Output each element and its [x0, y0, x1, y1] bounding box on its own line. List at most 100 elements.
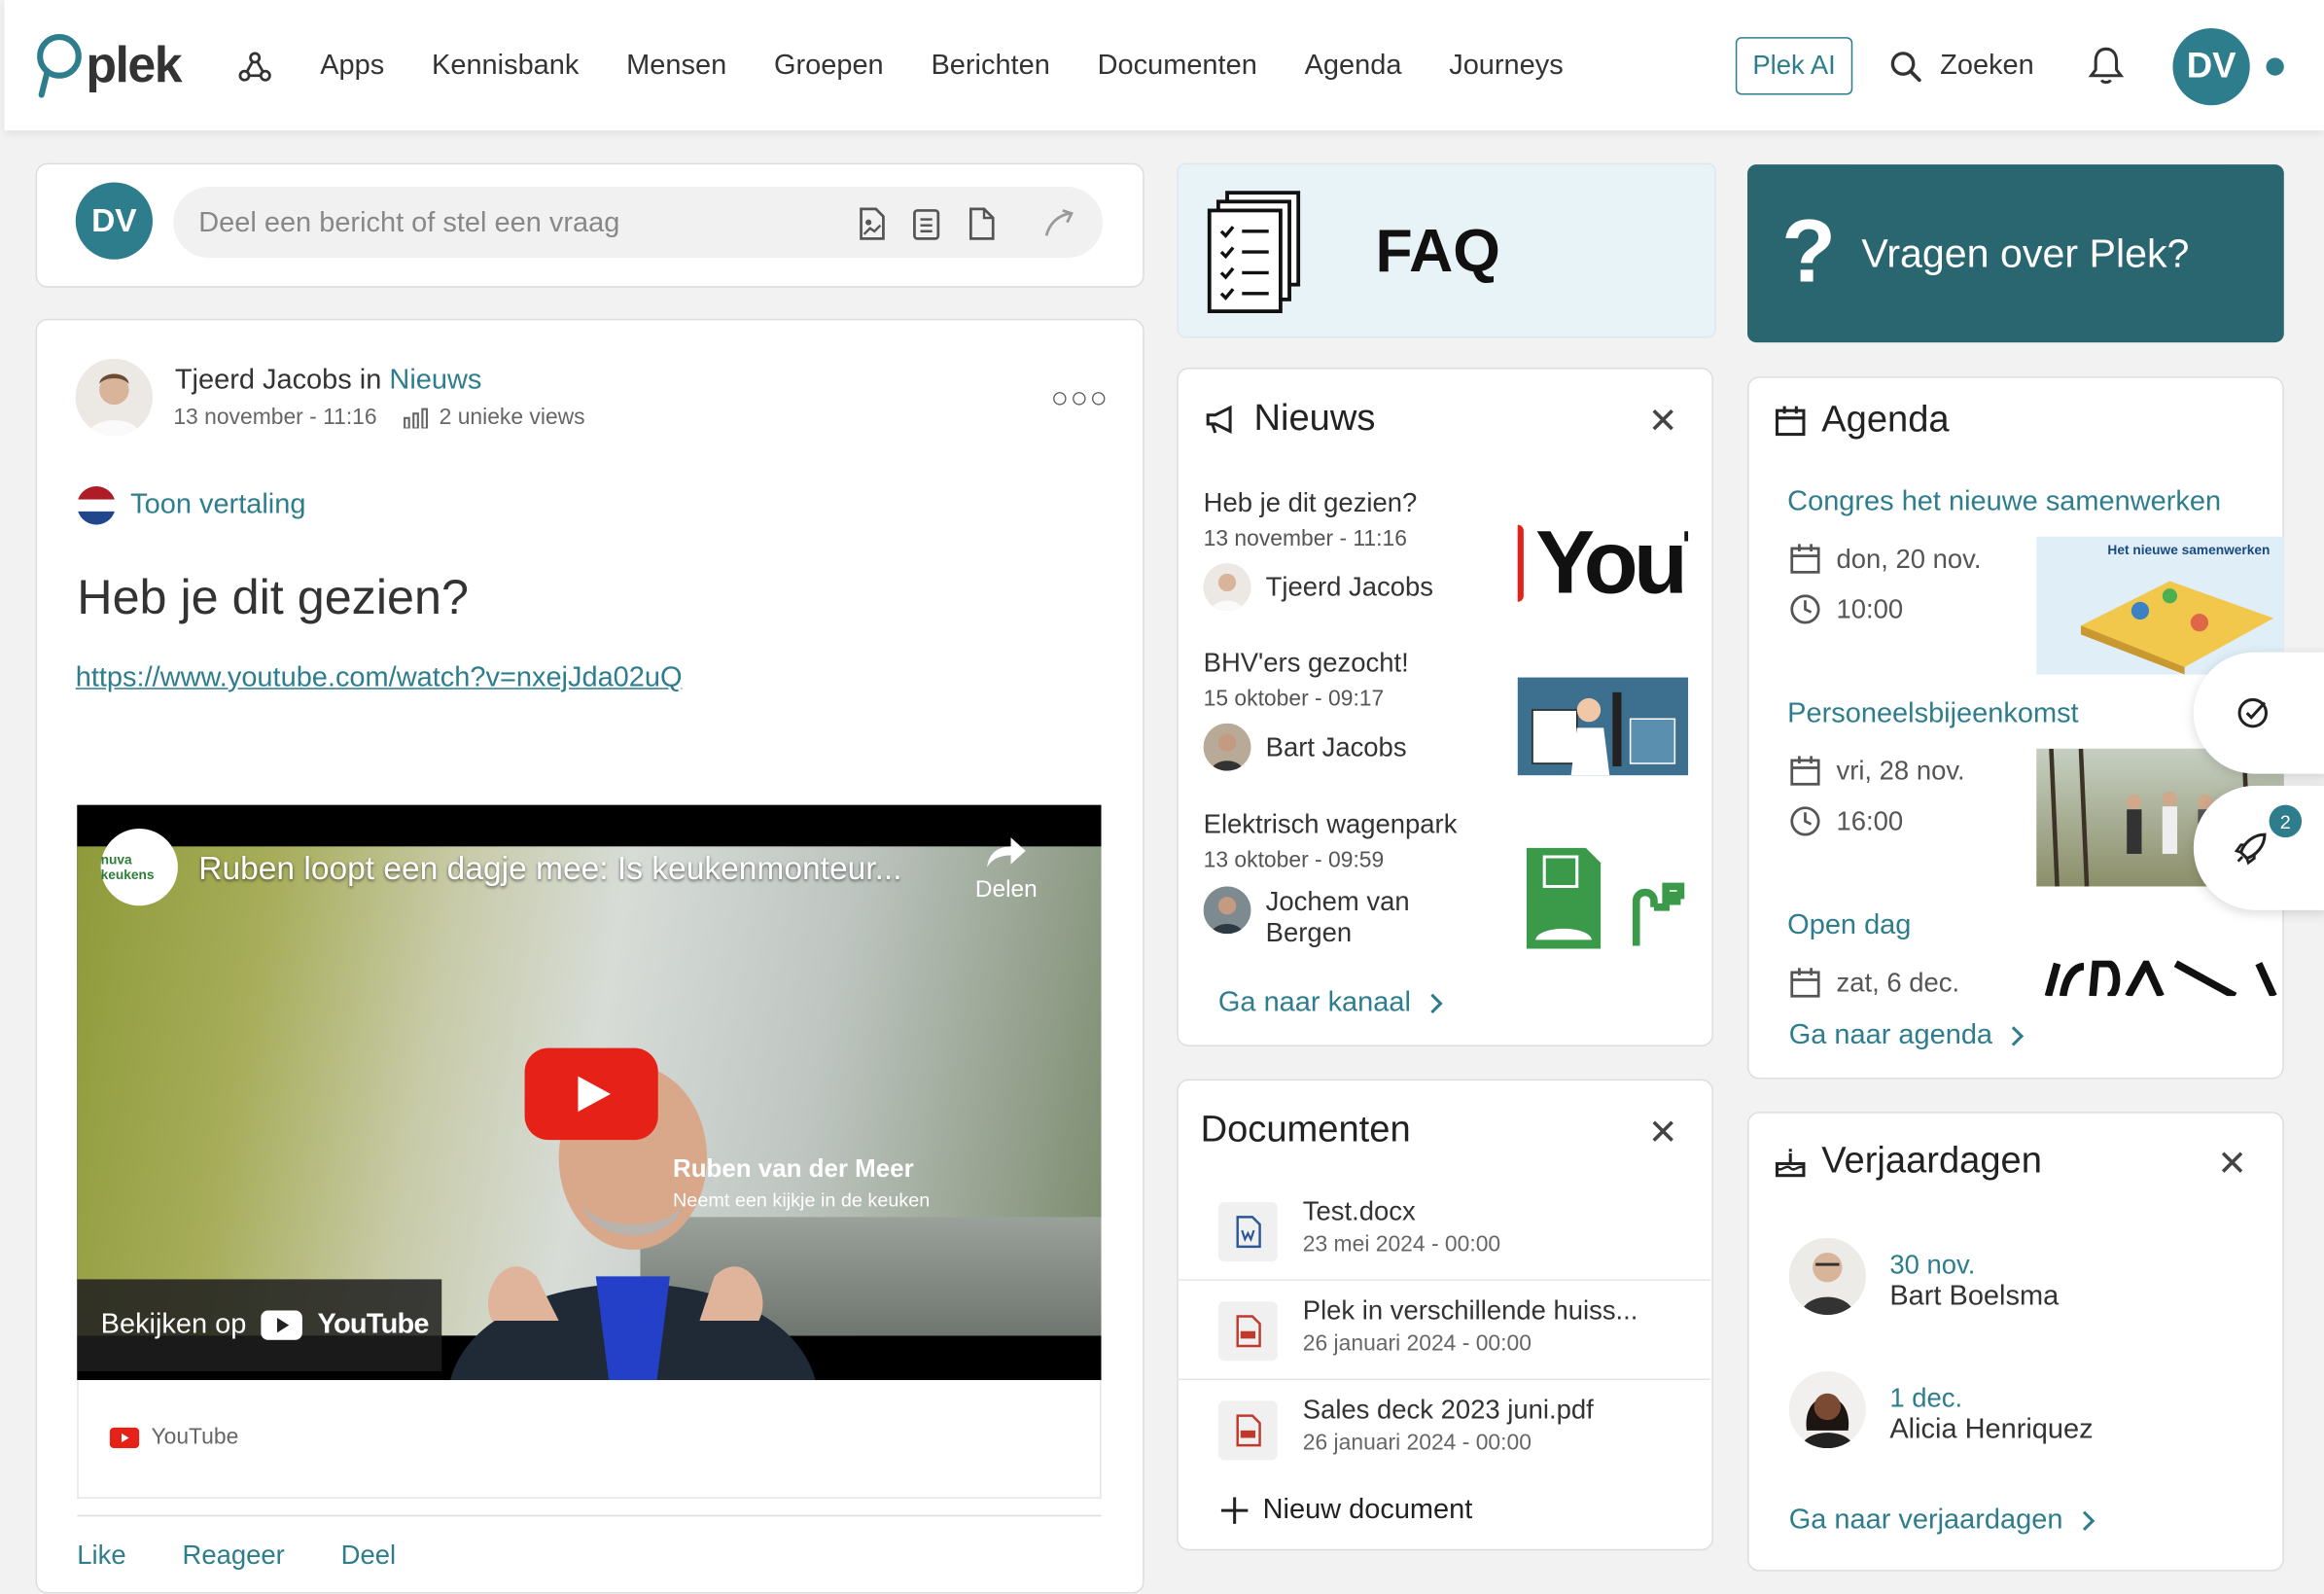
nav-journeys[interactable]: Journeys — [1449, 51, 1564, 84]
like-button[interactable]: Like — [77, 1541, 125, 1572]
document-row[interactable]: Sales deck 2023 juni.pdf 26 januari 2024… — [1177, 1380, 1710, 1478]
post-actions: Like Reageer Deel — [77, 1514, 1102, 1572]
news-item-title[interactable]: Elektrisch wagenpark — [1204, 809, 1458, 840]
agenda-event-title[interactable]: Open dag — [1787, 910, 1911, 943]
bell-icon[interactable] — [2087, 45, 2126, 87]
birthday-name[interactable]: Alicia Henriquez — [1889, 1414, 2093, 1447]
nieuws-close-icon[interactable]: ✕ — [1648, 401, 1678, 443]
composer-placeholder: Deel een bericht of stel een vraag — [198, 207, 620, 239]
megaphone-icon — [1206, 404, 1232, 434]
play-icon — [578, 1076, 611, 1113]
image-file-icon[interactable] — [855, 206, 888, 242]
nieuw-document-button[interactable]: Nieuw document — [1218, 1494, 1472, 1527]
clipboard-icon[interactable] — [910, 206, 943, 242]
views-icon — [404, 407, 429, 428]
calendar-icon — [1790, 756, 1820, 786]
news-thumb-youtube: YouT — [1517, 513, 1689, 615]
nav-kennisbank[interactable]: Kennisbank — [432, 51, 579, 84]
check-circle-icon — [2237, 697, 2269, 728]
post-author-name[interactable]: Tjeerd Jacobs — [175, 365, 352, 396]
network-icon[interactable] — [237, 49, 273, 85]
video-share-button[interactable]: Delen — [975, 834, 1038, 904]
watch-on-label: Bekijken op — [100, 1308, 247, 1340]
nieuws-header: Nieuws — [1204, 397, 1375, 440]
news-item-title[interactable]: BHV'ers gezocht! — [1204, 648, 1409, 679]
document-icon[interactable] — [965, 206, 998, 242]
agenda-event-time: 16:00 — [1789, 805, 1903, 838]
birthday-avatar[interactable] — [1788, 1237, 1866, 1315]
vragen-label: Vragen over Plek? — [1861, 230, 2190, 276]
user-avatar[interactable]: DV — [2172, 27, 2250, 106]
post-meta: 13 november - 11:16 2 unieke views — [173, 405, 584, 430]
birthday-name[interactable]: Bart Boelsma — [1889, 1281, 2059, 1314]
video-caption-sub: Neemt een kijkje in de keuken — [672, 1188, 931, 1212]
document-row[interactable]: Plek in verschillende huiss... 26 januar… — [1177, 1281, 1710, 1381]
calendar-icon — [1790, 968, 1820, 998]
post-channel-link[interactable]: Nieuws — [389, 365, 481, 396]
plek-logo[interactable]: plek — [36, 29, 183, 100]
play-button[interactable] — [524, 1047, 658, 1141]
video-channel-logo[interactable]: nuva keukens — [100, 829, 178, 906]
tasks-float-button[interactable] — [2193, 652, 2324, 774]
more-options-icon[interactable]: ○○○ — [1051, 382, 1109, 416]
video-source: YouTube — [109, 1425, 239, 1450]
video-title[interactable]: Ruben loopt een dagje mee: Is keukenmont… — [198, 849, 901, 888]
news-item-title[interactable]: Heb je dit gezien? — [1204, 487, 1418, 518]
youtube-icon — [109, 1427, 140, 1448]
nav-berichten[interactable]: Berichten — [931, 51, 1049, 84]
post-author-line: Tjeerd Jacobs in Nieuws — [175, 365, 482, 398]
birthday-avatar[interactable] — [1788, 1370, 1866, 1449]
share-label: Delen — [974, 877, 1038, 903]
youtube-wordmark: YouTube — [317, 1308, 430, 1340]
nav-mensen[interactable]: Mensen — [626, 51, 726, 84]
post-link[interactable]: https://www.youtube.com/watch?v=nxejJda0… — [76, 662, 683, 695]
nav-groepen[interactable]: Groepen — [774, 51, 884, 84]
news-thumb-ev-charger — [1517, 841, 1689, 949]
nav-apps[interactable]: Apps — [320, 51, 384, 84]
author-photo[interactable] — [75, 358, 153, 437]
translate-button[interactable]: Toon vertaling — [77, 485, 305, 525]
verjaardagen-close-icon[interactable]: ✕ — [2217, 1143, 2247, 1186]
dutch-flag-icon — [77, 485, 116, 525]
logo-text: plek — [86, 36, 182, 93]
birthday-date: 30 nov. — [1889, 1249, 1976, 1280]
ga-naar-agenda-link[interactable]: Ga naar agenda — [1789, 1020, 2025, 1053]
nav-documenten[interactable]: Documenten — [1098, 51, 1257, 84]
pdf-file-icon — [1217, 1400, 1278, 1461]
news-item-date: 13 november - 11:16 — [1203, 526, 1407, 552]
question-mark-icon: ? — [1781, 201, 1836, 301]
deel-button[interactable]: Deel — [341, 1541, 396, 1572]
checklist-documents-icon — [1207, 191, 1301, 313]
reageer-button[interactable]: Reageer — [183, 1541, 285, 1572]
main-nav: Apps Kennisbank Mensen Groepen Berichten… — [237, 36, 1564, 98]
agenda-event-title[interactable]: Personeelsbijeenkomst — [1787, 698, 2078, 731]
ga-naar-verjaardagen-link[interactable]: Ga naar verjaardagen — [1789, 1505, 2095, 1538]
news-thumb-bhv — [1517, 677, 1689, 776]
send-icon[interactable] — [1040, 206, 1079, 242]
agenda-event-title[interactable]: Congres het nieuwe samenwerken — [1787, 486, 2221, 519]
agenda-event-date: don, 20 nov. — [1789, 543, 1981, 576]
logo-mark-icon — [37, 34, 82, 98]
youtube-logo-icon — [261, 1310, 303, 1340]
birthday-cake-icon — [1775, 1148, 1806, 1177]
chevron-right-icon — [2012, 1026, 2025, 1046]
clock-icon — [1790, 806, 1820, 836]
search-button[interactable]: Zoeken — [1889, 42, 2034, 92]
ga-naar-kanaal-link[interactable]: Ga naar kanaal — [1218, 987, 1444, 1020]
nav-agenda[interactable]: Agenda — [1305, 51, 1402, 84]
plek-ai-button[interactable]: Plek AI — [1735, 37, 1853, 95]
watch-on-youtube-button[interactable]: Bekijken op YouTube — [77, 1279, 442, 1371]
video-embed[interactable]: nuva keukens Ruben loopt een dagje mee: … — [77, 804, 1102, 1381]
verjaardagen-header: Verjaardagen — [1774, 1140, 2042, 1183]
rocket-icon — [2234, 832, 2267, 866]
calendar-icon — [1775, 405, 1806, 436]
search-icon — [1890, 52, 1921, 83]
document-row[interactable]: Test.docx 23 mei 2024 - 00:00 — [1177, 1182, 1710, 1281]
agenda-event-date: zat, 6 dec. — [1789, 967, 1959, 1000]
post-title: Heb je dit gezien? — [77, 569, 469, 624]
word-file-icon — [1217, 1202, 1278, 1262]
clock-icon — [1790, 594, 1820, 624]
documenten-close-icon[interactable]: ✕ — [1648, 1112, 1678, 1154]
share-arrow-icon — [986, 837, 1026, 868]
journeys-float-button[interactable] — [2193, 785, 2324, 910]
